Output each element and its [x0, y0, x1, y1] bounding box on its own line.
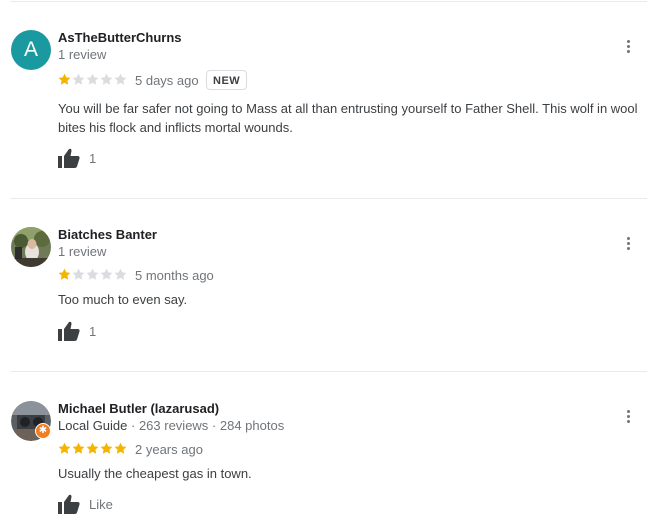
- reviewer-name[interactable]: AsTheButterChurns: [58, 30, 182, 45]
- star-filled-icon: [58, 73, 71, 85]
- review-text: Usually the cheapest gas in town.: [58, 466, 252, 481]
- review-card: Biatches Banter 1 review 5 months ago To…: [0, 199, 647, 371]
- reviewer-meta[interactable]: Local Guide · 263 reviews · 284 photos: [58, 418, 284, 433]
- review-card: ✱ Michael Butler (lazarusad) Local Guide…: [0, 372, 647, 524]
- review-date: 2 years ago: [135, 442, 203, 457]
- reviewer-meta[interactable]: 1 review: [58, 47, 106, 62]
- star-empty-icon: [114, 73, 127, 85]
- review-date: 5 months ago: [135, 268, 214, 283]
- star-empty-icon: [86, 73, 99, 85]
- star-rating: [58, 268, 127, 281]
- more-options-button[interactable]: [618, 406, 638, 426]
- like-label: Like: [89, 496, 113, 512]
- star-filled-icon: [100, 442, 113, 454]
- like-button[interactable]: 1: [58, 321, 96, 341]
- like-button[interactable]: Like: [58, 494, 113, 514]
- reviewer-stats: · 263 reviews · 284 photos: [127, 418, 285, 433]
- reviewer-meta[interactable]: 1 review: [58, 244, 106, 259]
- profile-photo: [11, 227, 51, 267]
- like-count: 1: [89, 323, 97, 339]
- thumbs-up-icon: [58, 321, 80, 341]
- more-options-button[interactable]: [618, 233, 638, 253]
- local-guide-badge-icon: ✱: [35, 423, 51, 439]
- star-rating: [58, 442, 127, 455]
- star-rating: [58, 73, 127, 86]
- thumbs-up-icon: [58, 148, 80, 168]
- star-filled-icon: [58, 268, 71, 280]
- star-filled-icon: [114, 442, 127, 454]
- reviewer-name[interactable]: Biatches Banter: [58, 227, 157, 242]
- like-count: 1: [89, 150, 97, 166]
- thumbs-up-icon: [58, 494, 80, 514]
- star-empty-icon: [100, 268, 113, 280]
- local-guide-label: Local Guide: [58, 418, 128, 433]
- review-card: A AsTheButterChurns 1 review 5 days ago …: [0, 0, 647, 198]
- star-empty-icon: [114, 268, 127, 280]
- new-badge: NEW: [206, 70, 248, 90]
- star-filled-icon: [58, 442, 71, 454]
- star-filled-icon: [72, 442, 85, 454]
- star-filled-icon: [86, 442, 99, 454]
- review-text: You will be far safer not going to Mass …: [58, 101, 638, 135]
- review-text: Too much to even say.: [58, 292, 188, 307]
- star-empty-icon: [72, 73, 85, 85]
- avatar[interactable]: A: [11, 30, 51, 70]
- review-date: 5 days ago: [135, 73, 199, 88]
- star-empty-icon: [72, 268, 85, 280]
- reviewer-name[interactable]: Michael Butler (lazarusad): [58, 401, 219, 416]
- star-empty-icon: [100, 73, 113, 85]
- avatar[interactable]: ✱: [11, 401, 51, 441]
- like-button[interactable]: 1: [58, 148, 96, 168]
- more-options-button[interactable]: [618, 36, 638, 56]
- star-empty-icon: [86, 268, 99, 280]
- avatar[interactable]: [11, 227, 51, 267]
